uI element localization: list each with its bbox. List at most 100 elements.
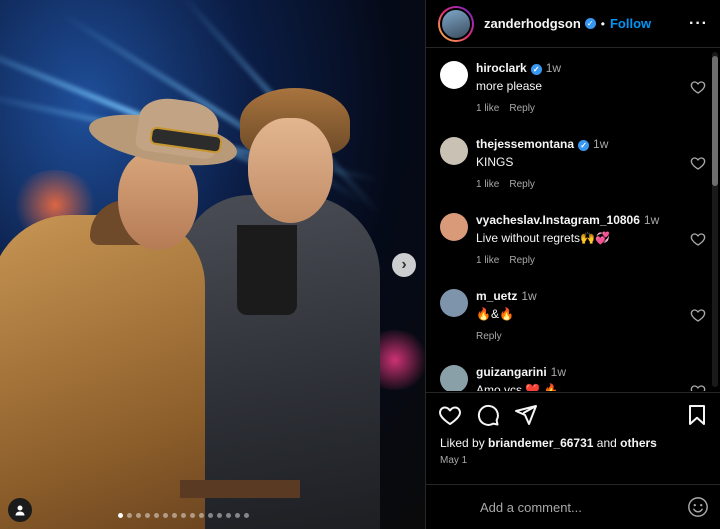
person-left-jacket — [0, 215, 205, 529]
comment-header: thejessemontana ✓ 1w — [476, 137, 681, 151]
comment-header: guizangarini 1w — [476, 365, 681, 379]
author-username[interactable]: zanderhodgson — [484, 16, 581, 31]
comment-body: vyacheslav.Instagram_10806 1w Live withou… — [476, 213, 681, 277]
carousel-dot — [244, 513, 249, 518]
liked-by-and: and — [596, 436, 617, 450]
comment-meta: 1 like Reply — [476, 255, 681, 266]
carousel-dot — [145, 513, 150, 518]
carousel-dot — [226, 513, 231, 518]
comment-time[interactable]: 1w — [551, 365, 566, 379]
comment-text: Amo vcs ❤️ 🔥 — [476, 383, 559, 391]
comment-item: hiroclark ✓ 1w more please 1 like Reply — [426, 49, 708, 125]
avatar[interactable] — [440, 137, 468, 165]
comment-body: hiroclark ✓ 1w more please 1 like Reply — [476, 61, 681, 125]
comment-text: Live without regrets🙌💞 — [476, 231, 610, 245]
comment-item: thejessemontana ✓ 1w KINGS 1 like Reply — [426, 125, 708, 201]
heart-icon[interactable] — [690, 155, 706, 171]
carousel-dot — [199, 513, 204, 518]
liked-by-others[interactable]: others — [620, 436, 657, 450]
carousel-dot — [163, 513, 168, 518]
verified-badge-icon: ✓ — [530, 64, 542, 75]
comment-item: guizangarini 1w Amo vcs ❤️ 🔥 — [426, 353, 708, 391]
comment-username[interactable]: thejessemontana — [476, 137, 574, 151]
comment-header: vyacheslav.Instagram_10806 1w — [476, 213, 681, 227]
share-icon[interactable] — [514, 403, 538, 427]
carousel-dot — [136, 513, 141, 518]
comment-username[interactable]: m_uetz — [476, 289, 517, 303]
carousel-dot — [127, 513, 132, 518]
comment-time[interactable]: 1w — [593, 137, 608, 151]
liked-by-prefix: Liked by — [440, 436, 485, 450]
reply-button[interactable]: Reply — [509, 179, 535, 190]
comment-header: m_uetz 1w — [476, 289, 681, 303]
carousel-dot — [118, 513, 123, 518]
scrollbar-thumb[interactable] — [712, 56, 718, 186]
carousel-dot — [208, 513, 213, 518]
comment-body: guizangarini 1w Amo vcs ❤️ 🔥 — [476, 365, 681, 391]
person-right-face — [248, 118, 333, 223]
comment-time[interactable]: 1w — [546, 61, 561, 75]
comment-meta: 1 like Reply — [476, 103, 681, 114]
more-icon[interactable]: ··· — [689, 15, 708, 33]
comment-time[interactable]: 1w — [644, 213, 659, 227]
comment-composer — [426, 484, 720, 529]
person-right-shirt — [237, 225, 297, 315]
avatar[interactable] — [438, 5, 474, 42]
post-header: zanderhodgson ✓ • Follow ··· — [426, 0, 720, 48]
liked-by-text: Liked by briandemer_66731 and others — [440, 436, 657, 450]
comment-username[interactable]: guizangarini — [476, 365, 547, 379]
liked-by-user[interactable]: briandemer_66731 — [488, 436, 593, 450]
comment-item: vyacheslav.Instagram_10806 1w Live withou… — [426, 201, 708, 277]
carousel-dot — [172, 513, 177, 518]
post-details-panel: zanderhodgson ✓ • Follow ··· hiroclark ✓ 1… — [425, 0, 720, 529]
avatar[interactable] — [440, 289, 468, 317]
belt — [180, 480, 300, 498]
action-bar — [426, 392, 720, 437]
heart-icon[interactable] — [690, 231, 706, 247]
comment-meta: 1 like Reply — [476, 179, 681, 190]
post-date[interactable]: May 1 — [440, 455, 467, 466]
follow-button[interactable]: Follow — [610, 16, 651, 31]
comment-likes[interactable]: 1 like — [476, 103, 499, 114]
user-tag-icon[interactable] — [8, 498, 32, 522]
comment-text: more please — [476, 79, 543, 93]
reply-button[interactable]: Reply — [476, 331, 502, 342]
heart-icon[interactable] — [438, 403, 462, 427]
comment-likes[interactable]: 1 like — [476, 179, 499, 190]
heart-icon[interactable] — [690, 383, 706, 391]
comment-item: m_uetz 1w 🔥&🔥 Reply — [426, 277, 708, 353]
comment-meta: Reply — [476, 331, 681, 342]
comment-username[interactable]: hiroclark — [476, 61, 527, 75]
heart-icon[interactable] — [690, 307, 706, 323]
avatar[interactable] — [440, 213, 468, 241]
reply-button[interactable]: Reply — [509, 103, 535, 114]
comment-body: thejessemontana ✓ 1w KINGS 1 like Reply — [476, 137, 681, 201]
chevron-right-icon[interactable]: › — [392, 253, 416, 277]
verified-badge-icon: ✓ — [578, 140, 590, 151]
avatar[interactable] — [440, 61, 468, 89]
carousel-dot — [235, 513, 240, 518]
comments-list: hiroclark ✓ 1w more please 1 like Reply the… — [426, 49, 708, 391]
reply-button[interactable]: Reply — [509, 255, 535, 266]
comment-time[interactable]: 1w — [521, 289, 536, 303]
comment-body: m_uetz 1w 🔥&🔥 Reply — [476, 289, 681, 353]
emoji-icon[interactable] — [687, 496, 709, 518]
verified-badge-icon: ✓ — [584, 18, 596, 29]
separator: • — [600, 16, 605, 31]
comment-likes[interactable]: 1 like — [476, 255, 499, 266]
post-photo[interactable]: › — [0, 0, 425, 529]
carousel-dot — [181, 513, 186, 518]
comment-input[interactable] — [480, 499, 670, 515]
comment-header: hiroclark ✓ 1w — [476, 61, 681, 75]
bookmark-icon[interactable] — [685, 403, 709, 427]
comment-icon[interactable] — [476, 403, 500, 427]
heart-icon[interactable] — [690, 79, 706, 95]
comment-username[interactable]: vyacheslav.Instagram_10806 — [476, 213, 640, 227]
carousel-dot — [190, 513, 195, 518]
avatar[interactable] — [440, 365, 468, 391]
comment-text: 🔥&🔥 — [476, 307, 514, 321]
comments-scrollbar[interactable] — [712, 52, 718, 387]
carousel-dots — [118, 513, 249, 518]
comment-text: KINGS — [476, 155, 514, 169]
carousel-dot — [154, 513, 159, 518]
